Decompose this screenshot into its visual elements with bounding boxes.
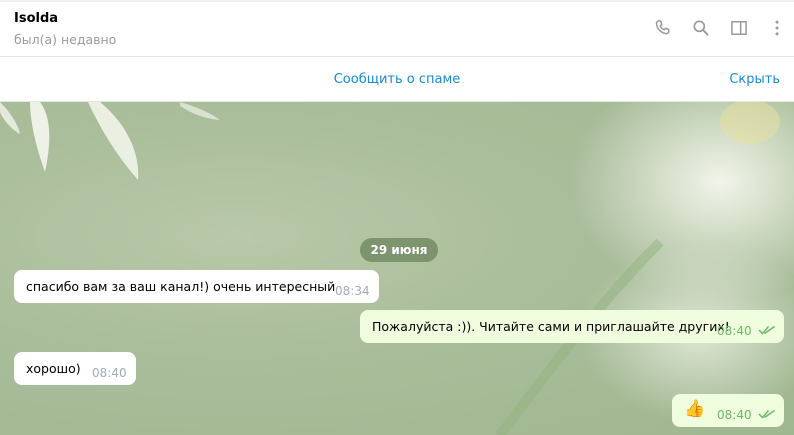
peer-status: был(а) недавно bbox=[14, 32, 117, 47]
chat-wallpaper bbox=[0, 102, 794, 435]
chat-header: Isolda был(а) недавно bbox=[0, 0, 794, 57]
message-time: 08:34 bbox=[335, 284, 370, 298]
thumbs-up-emoji: 👍 bbox=[684, 399, 706, 419]
report-spam-link[interactable]: Сообщить о спаме bbox=[0, 72, 794, 87]
message-text: хорошо) bbox=[26, 361, 81, 376]
message-text: спасибо вам за ваш канал!) очень интерес… bbox=[26, 279, 336, 294]
message-outgoing[interactable]: Пожалуйста :)). Читайте сами и приглашай… bbox=[360, 310, 784, 343]
date-separator: 29 июня bbox=[360, 238, 438, 262]
hide-spam-bar-link[interactable]: Скрыть bbox=[729, 72, 780, 87]
spam-report-bar: Сообщить о спаме Скрыть bbox=[0, 57, 794, 102]
sidebar-panel-icon[interactable] bbox=[727, 16, 751, 40]
chat-messages-area[interactable]: 29 июня спасибо вам за ваш канал!) очень… bbox=[0, 102, 794, 435]
more-vertical-icon[interactable] bbox=[765, 16, 789, 40]
header-top-border bbox=[0, 0, 794, 2]
double-check-icon bbox=[758, 409, 775, 419]
phone-icon[interactable] bbox=[651, 16, 675, 40]
message-time: 08:40 bbox=[92, 366, 127, 380]
message-time: 08:40 bbox=[717, 408, 752, 422]
message-time: 08:40 bbox=[717, 324, 752, 338]
message-text: Пожалуйста :)). Читайте сами и приглашай… bbox=[372, 319, 730, 334]
message-incoming[interactable]: спасибо вам за ваш канал!) очень интерес… bbox=[14, 270, 379, 303]
search-icon[interactable] bbox=[689, 16, 713, 40]
message-incoming[interactable]: хорошо) 08:40 bbox=[14, 352, 136, 385]
double-check-icon bbox=[758, 325, 775, 335]
message-outgoing[interactable]: 👍 08:40 bbox=[672, 394, 784, 427]
peer-name[interactable]: Isolda bbox=[14, 11, 58, 26]
